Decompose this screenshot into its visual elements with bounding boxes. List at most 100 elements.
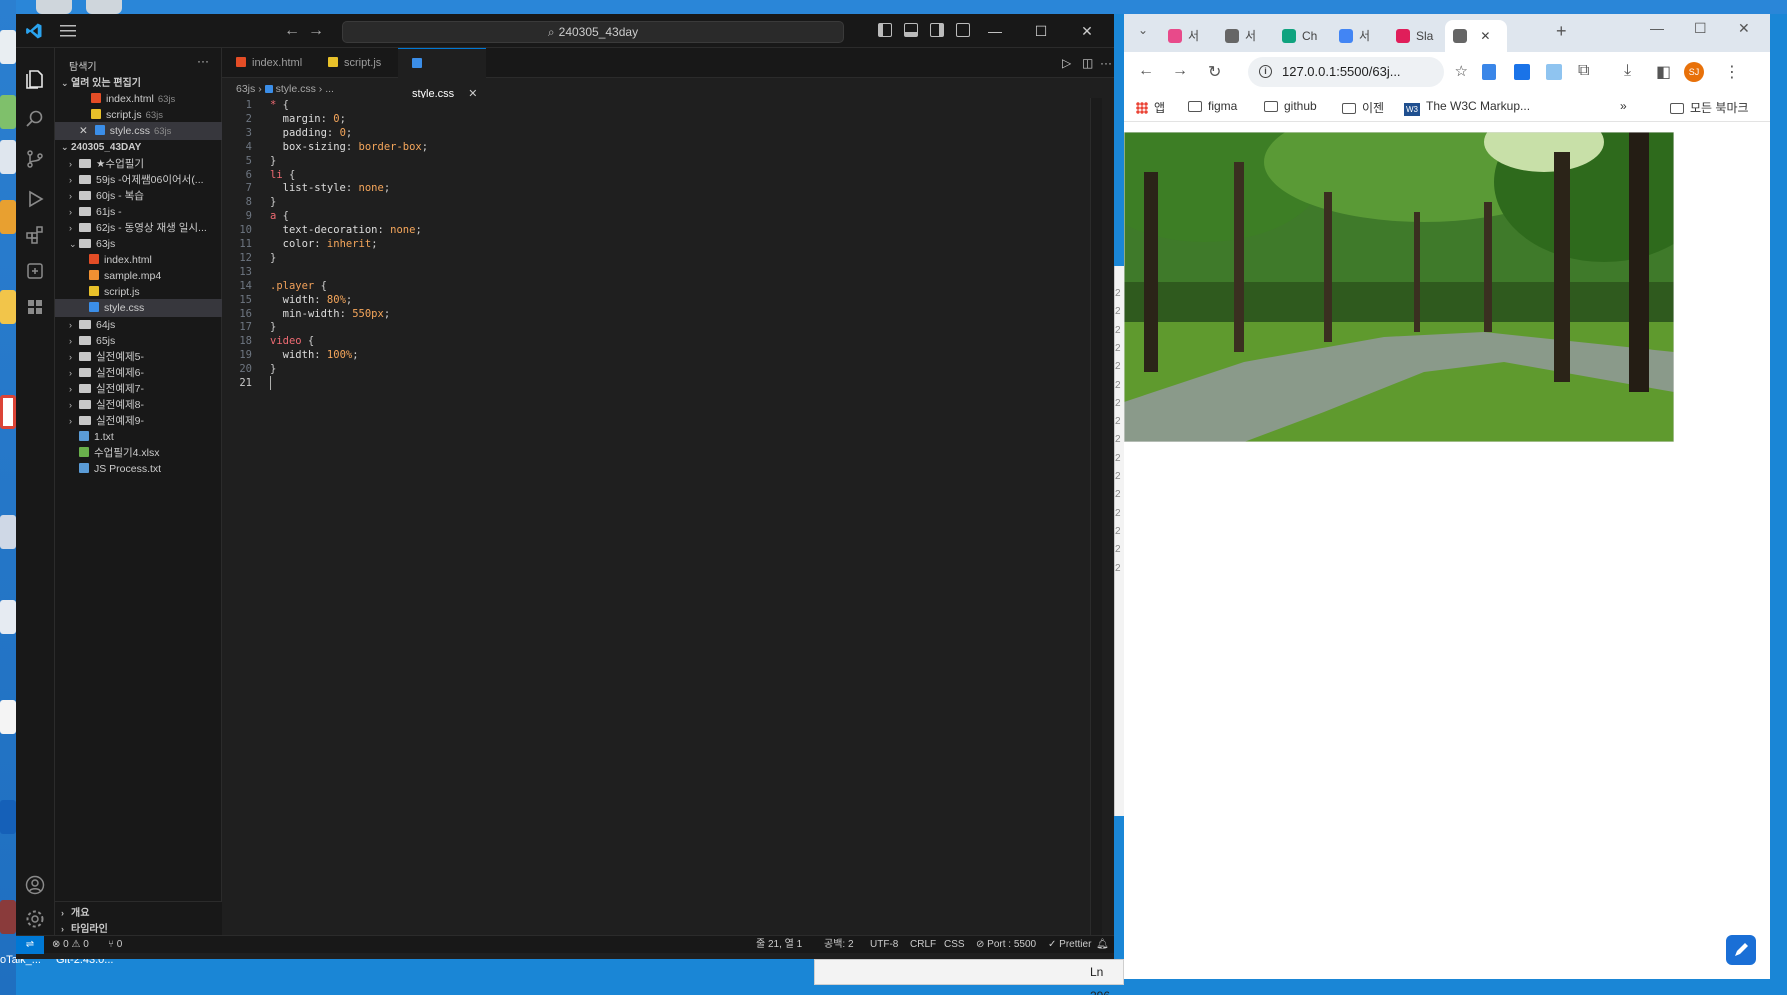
new-tab-icon[interactable]: + bbox=[1556, 21, 1567, 42]
apps-bookmark[interactable]: 앱 bbox=[1136, 99, 1165, 116]
toggle-primary-sidebar-icon[interactable] bbox=[878, 23, 892, 37]
back-arrow-icon[interactable]: ← bbox=[284, 22, 300, 40]
desktop-shortcut-icon[interactable] bbox=[0, 700, 16, 734]
breadcrumb-folder[interactable]: 63js bbox=[236, 83, 255, 95]
site-info-icon[interactable]: i bbox=[1259, 65, 1272, 78]
more-menu-icon[interactable]: ⋮ bbox=[1724, 62, 1740, 82]
bookmark-link[interactable]: W3 The W3C Markup... bbox=[1404, 99, 1530, 116]
forward-arrow-icon[interactable]: → bbox=[1172, 62, 1188, 80]
code-line[interactable]: 12} bbox=[222, 251, 1102, 265]
ports-indicator[interactable]: ⑂ 0 bbox=[108, 936, 122, 954]
desktop-shortcut-icon[interactable] bbox=[0, 515, 16, 549]
code-line[interactable]: 7 list-style: none; bbox=[222, 181, 1102, 195]
tab-search-chevron-icon[interactable]: ⌄ bbox=[1138, 23, 1148, 37]
cursor-position[interactable]: 줄 21, 열 1 bbox=[756, 936, 802, 954]
code-line[interactable]: 8} bbox=[222, 195, 1102, 209]
code-line[interactable]: 5} bbox=[222, 154, 1102, 168]
end-of-line[interactable]: CRLF bbox=[910, 936, 936, 954]
desktop-shortcut-icon[interactable] bbox=[0, 200, 16, 234]
edit-fab-button[interactable] bbox=[1726, 935, 1756, 965]
source-control-icon[interactable] bbox=[24, 148, 46, 170]
code-line[interactable]: 20} bbox=[222, 362, 1102, 376]
live-server-port[interactable]: ⊘ Port : 5500 bbox=[976, 936, 1036, 954]
explorer-icon[interactable] bbox=[24, 68, 46, 90]
tab-index-html[interactable]: index.html bbox=[222, 48, 314, 78]
reload-icon[interactable]: ↻ bbox=[1208, 62, 1221, 82]
search-icon[interactable] bbox=[24, 108, 46, 130]
extension-icon[interactable] bbox=[1514, 64, 1530, 80]
code-line[interactable]: 21 bbox=[222, 376, 1102, 390]
remote-explorer-icon[interactable] bbox=[24, 260, 46, 282]
minimize-button[interactable]: — bbox=[1650, 20, 1664, 36]
code-line[interactable]: 9 a { bbox=[222, 209, 1102, 223]
more-actions-icon[interactable]: ··· bbox=[1100, 56, 1112, 70]
code-line[interactable]: 6 li { bbox=[222, 168, 1102, 182]
settings-gear-icon[interactable] bbox=[24, 908, 46, 930]
close-button[interactable]: ✕ bbox=[1738, 20, 1750, 37]
tab-script-js[interactable]: script.js bbox=[314, 48, 398, 78]
browser-tab[interactable]: 서 bbox=[1160, 20, 1216, 52]
desktop-shortcut-icon[interactable] bbox=[0, 30, 16, 64]
code-line[interactable]: 11 color: inherit; bbox=[222, 237, 1102, 251]
run-icon[interactable]: ▷ bbox=[1062, 56, 1071, 70]
desktop-shortcut-icon[interactable] bbox=[0, 600, 16, 634]
extensions-puzzle-icon[interactable]: ⧉ bbox=[1578, 62, 1589, 80]
toggle-panel-icon[interactable] bbox=[904, 23, 918, 37]
forward-arrow-icon[interactable]: → bbox=[308, 22, 324, 40]
breadcrumb-file[interactable]: style.css bbox=[276, 83, 316, 95]
notifications-bell-icon[interactable]: 🔔︎ bbox=[1096, 936, 1109, 954]
download-icon[interactable]: ⤓ bbox=[1624, 62, 1631, 80]
run-debug-icon[interactable] bbox=[24, 188, 46, 210]
hamburger-menu-icon[interactable] bbox=[60, 24, 76, 38]
profile-avatar[interactable]: SJ bbox=[1684, 62, 1704, 82]
maximize-button[interactable]: ☐ bbox=[1694, 20, 1707, 37]
extensions-icon[interactable] bbox=[24, 224, 46, 246]
close-editor-icon[interactable]: ✕ bbox=[79, 125, 91, 137]
bookmark-folder[interactable]: figma bbox=[1188, 99, 1237, 113]
code-line[interactable]: 13 bbox=[222, 265, 1102, 279]
desktop-shortcut-icon[interactable] bbox=[0, 95, 16, 129]
language-mode[interactable]: CSS bbox=[944, 936, 965, 954]
code-line[interactable]: 14 .player { bbox=[222, 279, 1102, 293]
problems-indicator[interactable]: ⊗ 0 ⚠ 0 bbox=[52, 936, 89, 954]
maximize-button[interactable]: ☐ bbox=[1018, 18, 1064, 44]
side-panel-icon[interactable]: ◧ bbox=[1656, 62, 1671, 82]
code-line[interactable]: 19 width: 100%; bbox=[222, 348, 1102, 362]
extension-icon[interactable] bbox=[1482, 64, 1496, 80]
testing-icon[interactable] bbox=[24, 296, 46, 318]
browser-tab[interactable]: Sla bbox=[1388, 20, 1444, 52]
browser-tab[interactable]: 서 bbox=[1331, 20, 1387, 52]
back-arrow-icon[interactable]: ← bbox=[1138, 62, 1154, 80]
code-line[interactable]: 4 box-sizing: border-box; bbox=[222, 140, 1102, 154]
prettier-status[interactable]: ✓ Prettier bbox=[1048, 936, 1091, 954]
close-button[interactable]: ✕ bbox=[1064, 18, 1110, 44]
desktop-shortcut-icon[interactable] bbox=[0, 290, 16, 324]
bookmark-folder[interactable]: github bbox=[1264, 99, 1317, 113]
code-line[interactable]: 15 width: 80%; bbox=[222, 293, 1102, 307]
code-editor[interactable]: 1 * {2 margin: 0; 3 padding: 0; 4 box-sizin… bbox=[222, 98, 1102, 935]
code-line[interactable]: 2 margin: 0; bbox=[222, 112, 1102, 126]
remote-indicator-icon[interactable]: ⇌ bbox=[16, 936, 44, 954]
desktop-shortcut-icon[interactable] bbox=[0, 900, 16, 934]
extension-icon[interactable] bbox=[1546, 64, 1562, 80]
customize-layout-icon[interactable] bbox=[956, 23, 970, 37]
encoding[interactable]: UTF-8 bbox=[870, 936, 898, 954]
address-bar[interactable]: i 127.0.0.1:5500/63j... ☆ bbox=[1248, 57, 1468, 87]
browser-tab[interactable]: 서 bbox=[1217, 20, 1273, 52]
code-line[interactable]: 1 * { bbox=[222, 98, 1102, 112]
code-line[interactable]: 10 text-decoration: none; bbox=[222, 223, 1102, 237]
toggle-secondary-sidebar-icon[interactable] bbox=[930, 23, 944, 37]
accounts-icon[interactable] bbox=[24, 874, 46, 896]
code-line[interactable]: 16 min-width: 550px; bbox=[222, 307, 1102, 321]
split-editor-icon[interactable]: ◫ bbox=[1082, 56, 1093, 70]
browser-tab[interactable]: ✕ bbox=[1445, 20, 1507, 52]
more-actions-icon[interactable]: ··· bbox=[197, 54, 209, 68]
indentation[interactable]: 공백: 2 bbox=[824, 936, 854, 954]
code-line[interactable]: 18 video { bbox=[222, 334, 1102, 348]
browser-tab[interactable]: Ch bbox=[1274, 20, 1330, 52]
tree-file[interactable]: JS Process.txt bbox=[55, 460, 222, 478]
code-line[interactable]: 17} bbox=[222, 320, 1102, 334]
tab-style-css[interactable]: style.css ✕ bbox=[398, 48, 486, 100]
editor-scrollbar[interactable] bbox=[1090, 98, 1102, 935]
desktop-shortcut-icon[interactable] bbox=[0, 800, 16, 834]
